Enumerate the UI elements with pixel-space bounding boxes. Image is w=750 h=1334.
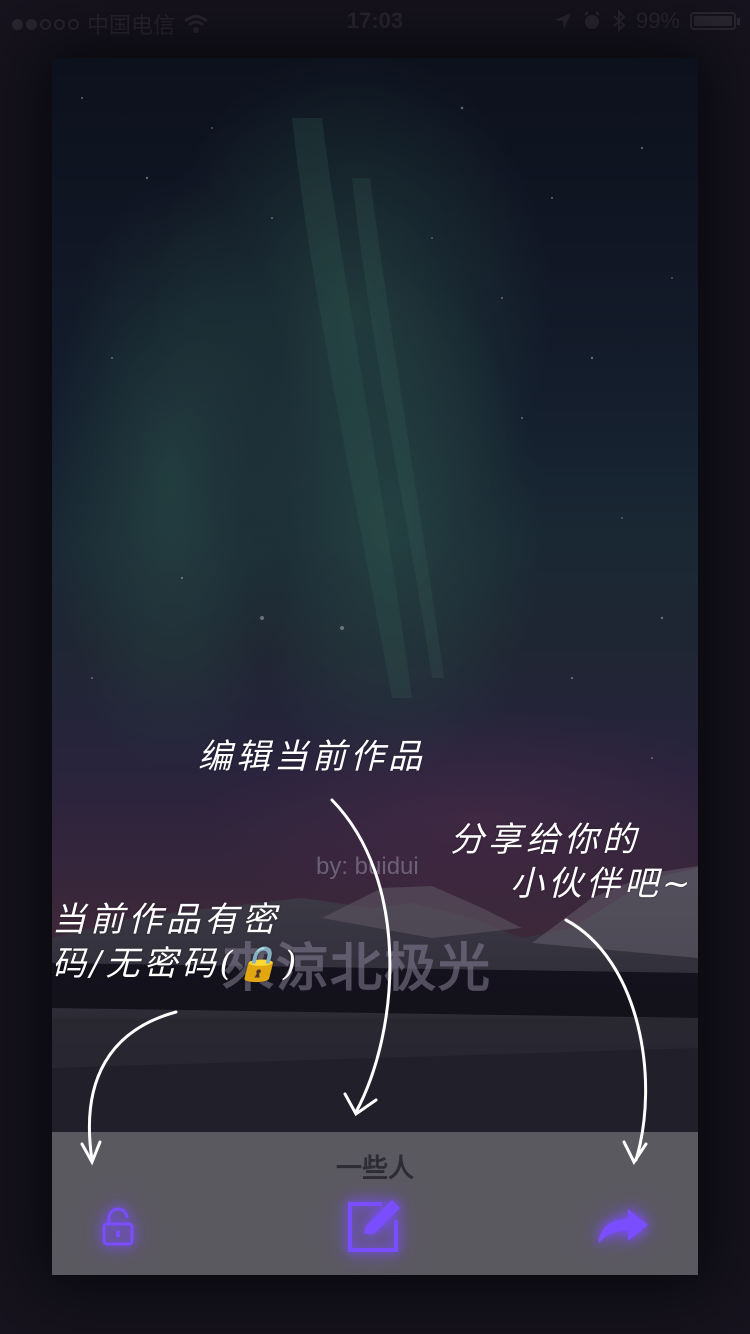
annotation-edit: 编辑当前作品 [198, 737, 426, 777]
annotation-lock-line2: 码/无密码(🔒) [52, 944, 301, 985]
annotation-share: 分享给你的 小伙伴吧~ [450, 818, 750, 906]
edit-icon [348, 1200, 400, 1252]
annotation-lock-line1: 当前作品有密 [52, 900, 280, 940]
post-card[interactable]: by: buidui 來涼北极光 一些人 [52, 58, 698, 1275]
alarm-icon [584, 11, 600, 29]
lock-button[interactable] [96, 1204, 140, 1248]
bottom-toolbar: 一些人 [52, 1132, 698, 1275]
status-right: 99% [554, 8, 740, 34]
share-button[interactable] [596, 1206, 650, 1246]
lock-icon [102, 1207, 134, 1246]
battery-icon [690, 12, 740, 30]
author-name: 一些人 [335, 1154, 414, 1184]
bluetooth-icon [613, 10, 626, 32]
annotation-lock: 当前作品有密 码/无密码(🔒) [52, 898, 372, 986]
share-icon [598, 1209, 648, 1244]
battery-percent: 99% [635, 8, 680, 33]
annotation-share-line1: 分享给你的 [450, 820, 640, 860]
battery-fill [694, 16, 732, 26]
edit-button[interactable] [342, 1194, 406, 1258]
status-bar: 中国电信 17:03 99% [0, 0, 750, 40]
location-icon [554, 13, 571, 29]
annotation-share-line2: 小伙伴吧~ [510, 864, 695, 905]
post-byline: by: buidui [316, 853, 419, 880]
